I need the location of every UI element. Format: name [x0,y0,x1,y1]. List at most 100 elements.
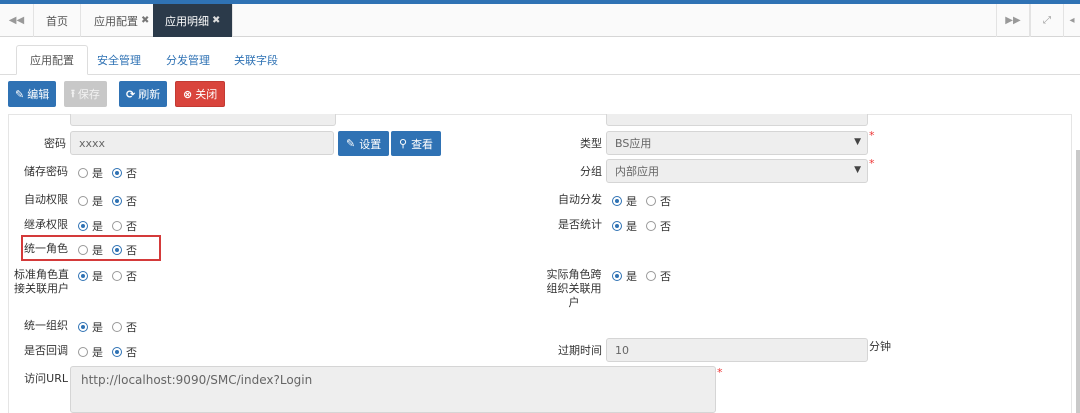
sub-tab-bar: 应用配置 安全管理 分发管理 关联字段 [0,37,1080,75]
tab-label: 应用配置 [94,14,138,28]
radio-circle[interactable] [112,271,122,281]
required-marker: * [717,366,723,379]
radio-circle[interactable] [78,347,88,357]
radio-circle[interactable] [112,196,122,206]
radio-no[interactable]: 否 [112,319,137,335]
radio-no[interactable]: 否 [646,218,671,234]
radio-circle[interactable] [78,168,88,178]
expire-time-field[interactable]: 10 [606,338,868,362]
radio-no[interactable]: 否 [112,218,137,234]
radio-circle[interactable] [612,271,622,281]
radio-label: 否 [126,195,137,208]
radio-circle[interactable] [78,245,88,255]
close-circle-icon: ⊗ [183,87,193,101]
radio-label: 否 [660,195,671,208]
password-field[interactable]: xxxx [70,131,334,155]
radio-yes[interactable]: 是 [612,218,637,234]
radio-label: 是 [92,220,103,233]
close-icon[interactable]: ✖ [212,15,220,26]
password-label: 密码 [44,137,66,150]
radio-circle[interactable] [78,271,88,281]
tab-home[interactable]: 首页 [34,4,81,37]
auto-permission-radios: 是 否 [78,193,146,209]
radio-circle[interactable] [646,196,656,206]
upload-icon: ⭱ [71,86,75,100]
type-value: BS应用 [615,137,652,150]
radio-yes[interactable]: 是 [78,165,103,181]
radio-no[interactable]: 否 [646,268,671,284]
radio-label: 是 [92,195,103,208]
radio-circle[interactable] [112,322,122,332]
radio-yes[interactable]: 是 [78,193,103,209]
view-password-button[interactable]: ⚲ 查看 [391,131,442,156]
label-line: 实际角色跨 [546,268,602,281]
actual-role-label: 实际角色跨 组织关联用 户 [546,268,602,310]
close-icon[interactable]: ✖ [141,15,149,26]
group-label: 分组 [580,165,602,178]
radio-yes[interactable]: 是 [612,268,637,284]
radio-circle[interactable] [612,196,622,206]
label-line: 接关联用户 [14,282,69,295]
radio-yes[interactable]: 是 [78,268,103,284]
std-role-label: 标准角色直 接关联用户 [14,268,70,296]
double-right-icon[interactable]: ▶▶ [996,4,1030,37]
store-password-label: 储存密码 [24,165,68,178]
radio-yes[interactable]: 是 [78,242,103,258]
close-button[interactable]: ⊗ 关闭 [175,81,226,107]
radio-circle[interactable] [112,168,122,178]
group-select[interactable]: 内部应用 ▼ [606,159,868,183]
edit-icon: ✎ [346,137,356,150]
tab-bar: ◀◀ 首页 应用配置 ✖ 应用明细 ✖ ▶▶ ⤢ ◂ [0,4,1080,37]
radio-label: 是 [92,244,103,257]
more-icon[interactable]: ◂ [1064,4,1080,37]
radio-circle[interactable] [78,322,88,332]
chevron-down-icon: ▼ [854,165,861,175]
subtab-distribution[interactable]: 分发管理 [153,45,223,75]
auto-distribute-radios: 是 否 [612,193,680,209]
radio-yes[interactable]: 是 [78,344,103,360]
expand-icon[interactable]: ⤢ [1030,4,1064,37]
radio-circle[interactable] [78,221,88,231]
radio-circle[interactable] [78,196,88,206]
radio-no[interactable]: 否 [112,165,137,181]
radio-no[interactable]: 否 [112,344,137,360]
refresh-button[interactable]: ⟳ 刷新 [119,81,168,107]
subtab-app-config[interactable]: 应用配置 [16,45,88,75]
tab-app-detail[interactable]: 应用明细 ✖ [153,4,234,37]
radio-yes[interactable]: 是 [612,193,637,209]
store-password-radios: 是 否 [78,165,146,181]
radio-circle[interactable] [612,221,622,231]
radio-yes[interactable]: 是 [78,319,103,335]
set-password-button[interactable]: ✎ 设置 [338,131,390,156]
radio-label: 是 [92,167,103,180]
radio-yes[interactable]: 是 [78,218,103,234]
save-button[interactable]: ⭱ 保存 [64,81,107,107]
subtab-linked-fields[interactable]: 关联字段 [221,45,291,75]
radio-circle[interactable] [112,221,122,231]
subtab-security[interactable]: 安全管理 [84,45,154,75]
type-select[interactable]: BS应用 ▼ [606,131,868,155]
edit-button[interactable]: ✎ 编辑 [8,81,57,107]
radio-no[interactable]: 否 [112,242,137,258]
radio-no[interactable]: 否 [646,193,671,209]
radio-circle[interactable] [112,245,122,255]
radio-label: 是 [626,195,637,208]
double-left-icon[interactable]: ◀◀ [0,4,34,37]
radio-label: 是 [626,270,637,283]
minutes-unit: 分钟 [869,340,891,353]
radio-label: 否 [660,270,671,283]
radio-circle[interactable] [112,347,122,357]
std-role-radios: 是 否 [78,268,146,284]
radio-circle[interactable] [646,221,656,231]
radio-no[interactable]: 否 [112,268,137,284]
radio-circle[interactable] [646,271,656,281]
auto-permission-label: 自动权限 [24,193,68,206]
tab-app-config[interactable]: 应用配置 ✖ [82,4,163,37]
search-icon: ⚲ [399,137,408,150]
scrollbar[interactable] [1076,150,1080,413]
label-line: 组织关联用 [546,282,602,295]
radio-no[interactable]: 否 [112,193,137,209]
label-line: 标准角色直 [14,268,69,281]
url-textarea[interactable]: http://localhost:9090/SMC/index?Login [70,366,716,413]
inherit-permission-label: 继承权限 [24,218,68,231]
